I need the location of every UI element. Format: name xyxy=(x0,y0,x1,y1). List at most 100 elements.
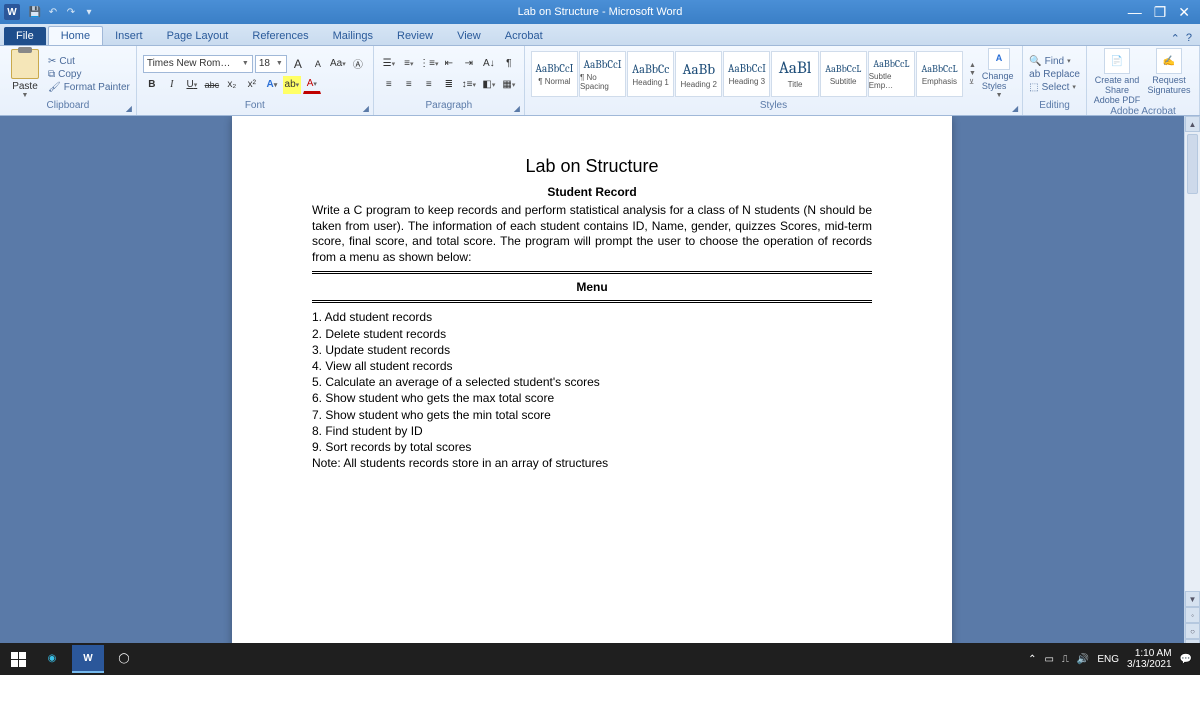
qat-customize-icon[interactable]: ▾ xyxy=(82,5,96,19)
align-right-button[interactable]: ≡ xyxy=(420,76,438,94)
taskbar-edge[interactable]: ◉ xyxy=(36,645,68,673)
styles-scroll-up-icon[interactable]: ▲ xyxy=(969,62,976,69)
style-item-title[interactable]: AaBlTitle xyxy=(771,51,818,97)
decrease-indent-button[interactable]: ⇤ xyxy=(440,55,458,73)
styles-launcher-icon[interactable]: ◢ xyxy=(1012,104,1018,113)
tab-view[interactable]: View xyxy=(445,27,493,45)
bold-button[interactable]: B xyxy=(143,76,161,94)
select-button[interactable]: ⬚Select▾ xyxy=(1029,82,1080,93)
font-name-selector[interactable]: Times New Rom…▼ xyxy=(143,55,253,73)
tray-wifi-icon[interactable]: ⎍ xyxy=(1062,654,1069,665)
align-left-button[interactable]: ≡ xyxy=(380,76,398,94)
font-launcher-icon[interactable]: ◢ xyxy=(363,104,369,113)
tab-review[interactable]: Review xyxy=(385,27,445,45)
style-item--no-spacing[interactable]: AaBbCcI¶ No Spacing xyxy=(579,51,626,97)
font-color-button[interactable]: A▾ xyxy=(303,76,321,94)
format-painter-button[interactable]: 🖌Format Painter xyxy=(48,82,130,93)
maximize-button[interactable]: ❐ xyxy=(1154,4,1167,21)
tray-volume-icon[interactable]: 🔊 xyxy=(1077,654,1089,665)
document-area[interactable]: Lab on Structure Student Record Write a … xyxy=(0,116,1184,655)
style-item-heading-2[interactable]: AaBbHeading 2 xyxy=(675,51,722,97)
paste-button[interactable]: Paste ▼ xyxy=(6,49,44,99)
group-editing: 🔍Find▾ abReplace ⬚Select▾ Editing xyxy=(1023,46,1087,115)
tray-notifications-icon[interactable]: 💬 xyxy=(1180,654,1192,665)
numbering-button[interactable]: ≡▾ xyxy=(400,55,418,73)
undo-icon[interactable]: ↶ xyxy=(46,5,60,19)
increase-indent-button[interactable]: ⇥ xyxy=(460,55,478,73)
style-item--normal[interactable]: AaBbCcI¶ Normal xyxy=(531,51,578,97)
font-size-selector[interactable]: 18▼ xyxy=(255,55,287,73)
page[interactable]: Lab on Structure Student Record Write a … xyxy=(232,116,952,655)
clear-formatting-button[interactable]: Ⓐ xyxy=(349,55,367,73)
create-pdf-button[interactable]: 📄 Create and Share Adobe PDF xyxy=(1093,48,1141,106)
styles-more-icon[interactable]: ⊻ xyxy=(969,78,976,86)
save-icon[interactable]: 💾 xyxy=(28,5,42,19)
line-spacing-button[interactable]: ↕≡▾ xyxy=(460,76,478,94)
vertical-scrollbar[interactable]: ▲ ▼ ◦ ○ ◦ xyxy=(1184,116,1200,655)
tray-chevron-icon[interactable]: ⌃ xyxy=(1028,654,1036,665)
window-title: Lab on Structure - Microsoft Word xyxy=(518,6,683,18)
taskbar-chrome[interactable]: ◯ xyxy=(108,645,140,673)
cut-button[interactable]: ✂Cut xyxy=(48,56,130,67)
find-button[interactable]: 🔍Find▾ xyxy=(1029,56,1080,67)
style-sample: AaBl xyxy=(779,59,812,78)
tab-references[interactable]: References xyxy=(240,27,320,45)
scroll-down-button[interactable]: ▼ xyxy=(1185,591,1200,607)
clipboard-launcher-icon[interactable]: ◢ xyxy=(126,104,132,113)
shrink-font-button[interactable]: A xyxy=(309,55,327,73)
tab-mailings[interactable]: Mailings xyxy=(321,27,385,45)
quick-access-toolbar: 💾 ↶ ↷ ▾ xyxy=(28,5,96,19)
document-title: Lab on Structure xyxy=(312,156,872,177)
strikethrough-button[interactable]: abc xyxy=(203,76,221,94)
change-case-button[interactable]: Aa▾ xyxy=(329,55,347,73)
group-clipboard: Paste ▼ ✂Cut ⧉Copy 🖌Format Painter Clipb… xyxy=(0,46,137,115)
grow-font-button[interactable]: A xyxy=(289,55,307,73)
align-center-button[interactable]: ≡ xyxy=(400,76,418,94)
style-item-heading-3[interactable]: AaBbCcIHeading 3 xyxy=(723,51,770,97)
paragraph-launcher-icon[interactable]: ◢ xyxy=(514,104,520,113)
superscript-button[interactable]: x² xyxy=(243,76,261,94)
request-signatures-button[interactable]: ✍ Request Signatures xyxy=(1145,48,1193,106)
justify-button[interactable]: ≣ xyxy=(440,76,458,94)
tray-clock[interactable]: 1:10 AM 3/13/2021 xyxy=(1127,648,1172,670)
replace-button[interactable]: abReplace xyxy=(1029,69,1080,80)
taskbar-word[interactable]: W xyxy=(72,645,104,673)
text-effects-button[interactable]: A▾ xyxy=(263,76,281,94)
tab-acrobat[interactable]: Acrobat xyxy=(493,27,555,45)
tray-language[interactable]: ENG xyxy=(1097,654,1119,665)
underline-button[interactable]: U▾ xyxy=(183,76,201,94)
borders-button[interactable]: ▦▾ xyxy=(500,76,518,94)
tab-file[interactable]: File xyxy=(4,27,46,45)
tab-insert[interactable]: Insert xyxy=(103,27,155,45)
sort-button[interactable]: A↓ xyxy=(480,55,498,73)
scroll-up-button[interactable]: ▲ xyxy=(1185,116,1200,132)
tab-page-layout[interactable]: Page Layout xyxy=(155,27,241,45)
styles-gallery[interactable]: AaBbCcI¶ NormalAaBbCcI¶ No SpacingAaBbCc… xyxy=(531,51,963,97)
scroll-thumb[interactable] xyxy=(1187,134,1198,194)
tray-battery-icon[interactable]: ▭ xyxy=(1044,654,1053,665)
bullets-button[interactable]: ☰▾ xyxy=(380,55,398,73)
minimize-button[interactable]: — xyxy=(1128,4,1142,21)
copy-button[interactable]: ⧉Copy xyxy=(48,69,130,80)
multilevel-list-button[interactable]: ⋮≡▾ xyxy=(420,55,438,73)
style-item-subtitle[interactable]: AaBbCcLSubtitle xyxy=(820,51,867,97)
style-item-subtle-emp-[interactable]: AaBbCcLSubtle Emp… xyxy=(868,51,915,97)
styles-scroll-down-icon[interactable]: ▼ xyxy=(969,70,976,77)
italic-button[interactable]: I xyxy=(163,76,181,94)
tab-home[interactable]: Home xyxy=(48,26,103,45)
ribbon-minimize-icon[interactable]: ⌃ xyxy=(1171,32,1180,45)
style-item-emphasis[interactable]: AaBbCcLEmphasis xyxy=(916,51,963,97)
help-icon[interactable]: ? xyxy=(1186,32,1192,45)
subscript-button[interactable]: x₂ xyxy=(223,76,241,94)
highlight-button[interactable]: ab▾ xyxy=(283,76,301,94)
redo-icon[interactable]: ↷ xyxy=(64,5,78,19)
start-button[interactable] xyxy=(4,645,32,673)
prev-page-button[interactable]: ◦ xyxy=(1185,607,1200,623)
style-item-heading-1[interactable]: AaBbCcHeading 1 xyxy=(627,51,674,97)
browse-object-button[interactable]: ○ xyxy=(1185,623,1200,639)
shading-button[interactable]: ◧▾ xyxy=(480,76,498,94)
close-button[interactable]: ✕ xyxy=(1178,4,1190,21)
change-styles-button[interactable]: A Change Styles▼ xyxy=(982,48,1016,99)
menu-heading: Menu xyxy=(312,280,872,294)
show-marks-button[interactable]: ¶ xyxy=(500,55,518,73)
